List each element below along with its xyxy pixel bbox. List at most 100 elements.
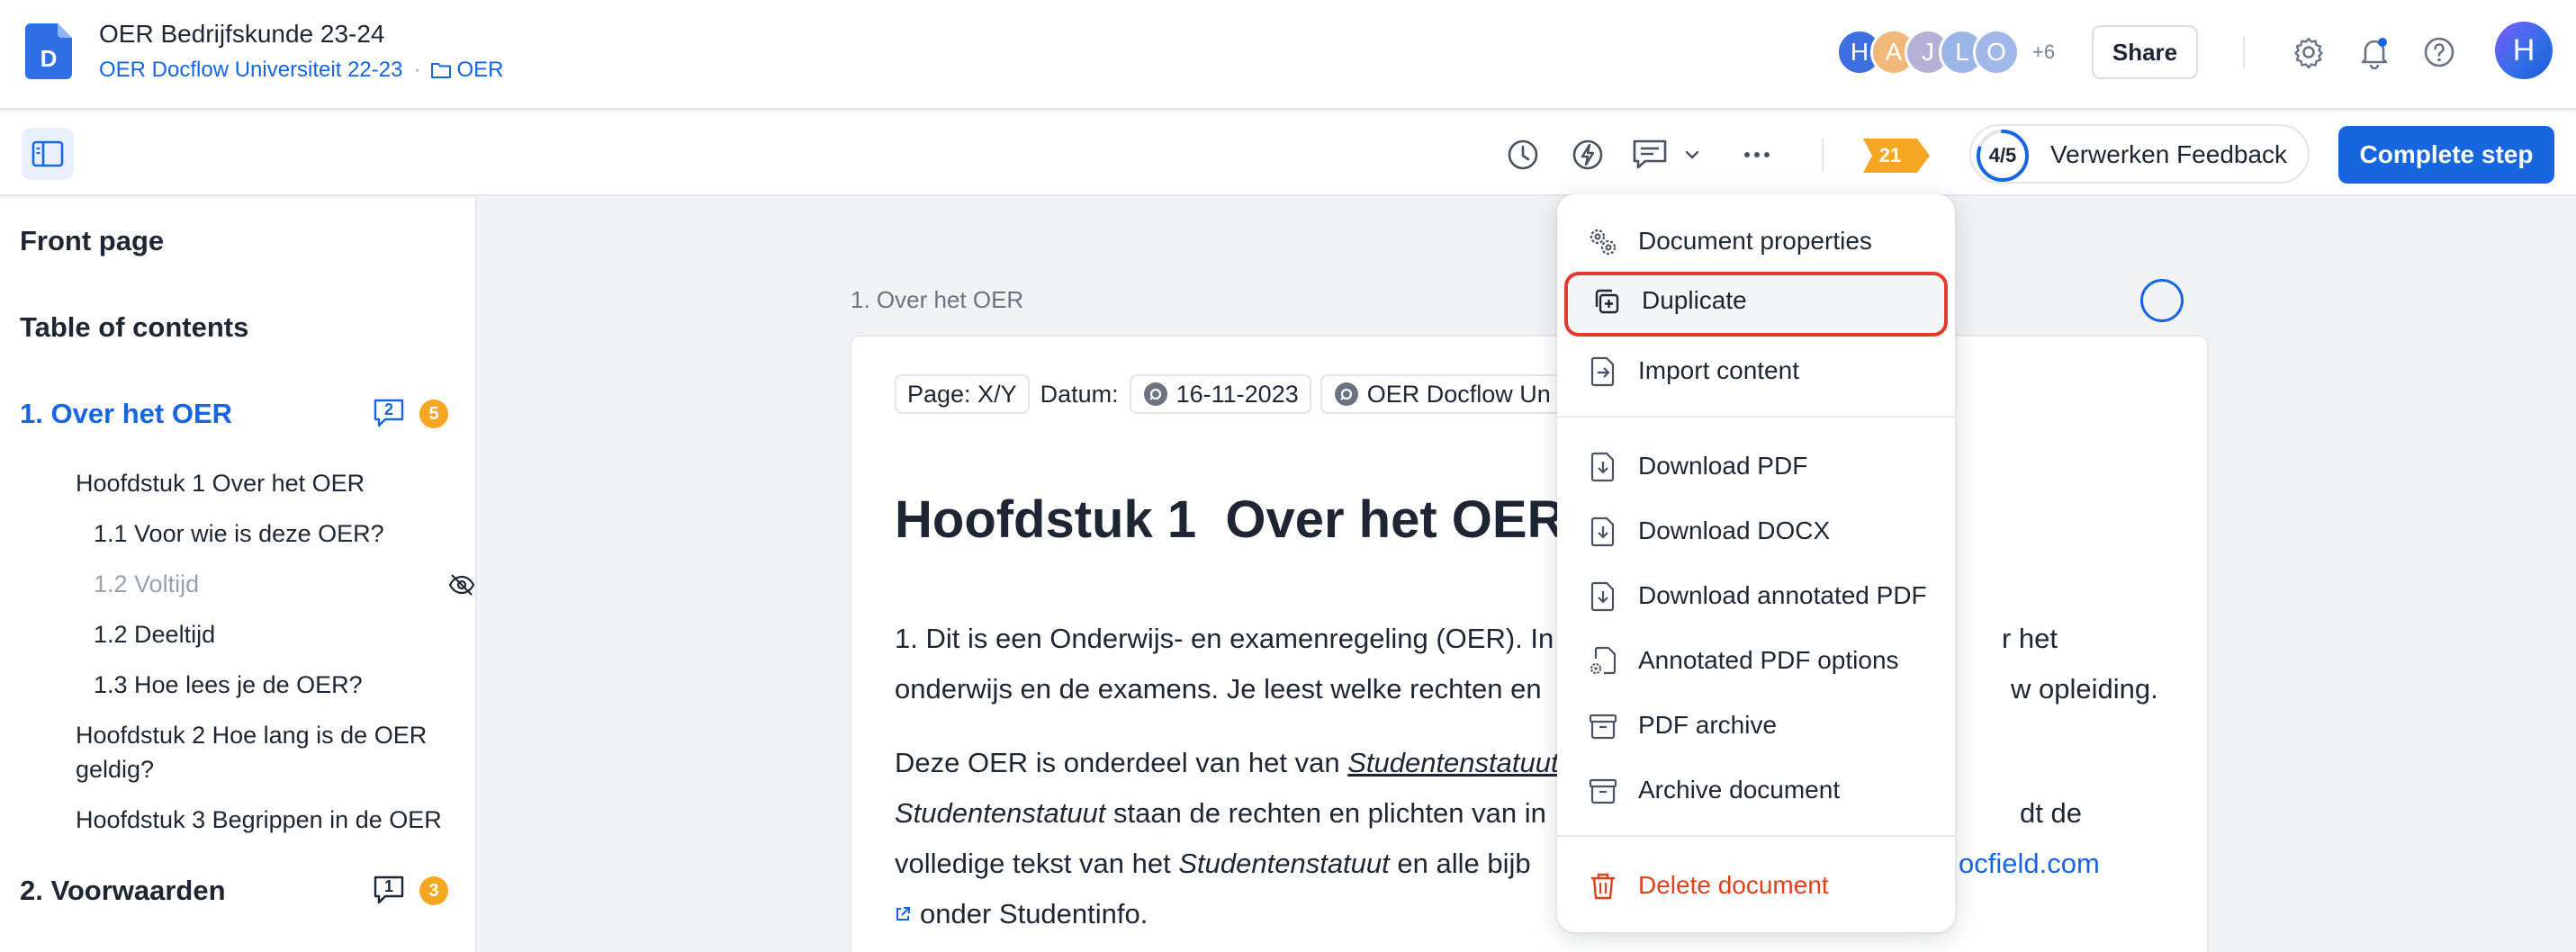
- divider: [1822, 139, 1824, 171]
- more-options-icon[interactable]: [1739, 137, 1775, 173]
- history-icon[interactable]: [1505, 137, 1541, 173]
- progress-text: 4/5: [1988, 144, 2017, 166]
- menu-item-label: PDF archive: [1638, 711, 1778, 739]
- paragraph-text: 1. Dit is een Onderwijs- en examenregeli…: [895, 623, 1554, 654]
- help-icon[interactable]: [2421, 34, 2457, 70]
- breadcrumb-folder-label: OER: [456, 58, 504, 82]
- menu-item-download-pdf[interactable]: Download PDF: [1557, 437, 1955, 495]
- external-link-icon[interactable]: [895, 906, 911, 922]
- comment-count: 2: [383, 400, 393, 418]
- comment-count: 1: [383, 877, 393, 895]
- svg-text:D: D: [41, 45, 58, 72]
- menu-item-label: Download annotated PDF: [1638, 581, 1927, 609]
- variable-icon: [1333, 381, 1360, 408]
- collaborator-avatars[interactable]: H A J L O +6: [1836, 27, 2055, 77]
- menu-item-delete-document[interactable]: Delete document: [1557, 857, 1955, 914]
- page-number-chip[interactable]: Page: X/Y: [895, 374, 1030, 414]
- menu-item-label: Duplicate: [1642, 286, 1747, 314]
- paragraph-text: en alle bijb: [1389, 848, 1531, 879]
- menu-item-label: Document properties: [1638, 227, 1872, 255]
- front-page-link[interactable]: Front page: [20, 225, 164, 257]
- toc-item[interactable]: Hoofdstuk 2 Hoe lang is de OER geldig?: [76, 718, 454, 786]
- breadcrumb-folder[interactable]: OER: [431, 58, 503, 83]
- date-chip[interactable]: 16-11-2023: [1129, 374, 1311, 414]
- date-label: Datum:: [1038, 374, 1121, 414]
- menu-item-download-docx[interactable]: Download DOCX: [1557, 502, 1955, 560]
- paragraph-text: onderwijs en de examens. Je leest welke …: [895, 673, 1542, 705]
- workflow-step-pill[interactable]: 4/5 Verwerken Feedback: [1969, 124, 2310, 184]
- organization-chip[interactable]: OER Docflow Un: [1320, 374, 1562, 414]
- menu-divider: [1557, 416, 1955, 418]
- divider: [2243, 36, 2245, 68]
- lightning-icon[interactable]: [1570, 137, 1606, 173]
- document-title[interactable]: OER Bedrijfskunde 23-24: [99, 20, 385, 49]
- menu-item-annotated-pdf-options[interactable]: Annotated PDF options: [1557, 632, 1955, 689]
- toc-item[interactable]: Hoofdstuk 3 Begrippen in de OER: [76, 803, 442, 837]
- menu-item-label: Download DOCX: [1638, 516, 1831, 544]
- trash-icon: [1588, 871, 1618, 902]
- paragraph-text: staan de rechten en plichten van in: [1105, 797, 1546, 829]
- toc-item[interactable]: 1.2 Deeltijd: [94, 617, 215, 651]
- menu-item-label: Archive document: [1638, 776, 1841, 804]
- open-items-badge: 5: [419, 400, 448, 428]
- bell-icon[interactable]: [2356, 34, 2392, 70]
- sidebar-toggle-button[interactable]: [22, 128, 74, 180]
- toc-item[interactable]: 1.3 Hoe lees je de OER?: [94, 668, 363, 702]
- chapter-heading[interactable]: Hoofdstuk 1 Over het OER: [895, 489, 1564, 550]
- italic-term: Studentenstatuut: [895, 797, 1106, 829]
- toc-section-2[interactable]: 2. Voorwaarden: [20, 875, 226, 907]
- external-link[interactable]: ocfield.com: [1959, 839, 2100, 889]
- gears-icon: [1588, 227, 1618, 257]
- document-toolbar: 21 4/5 Verwerken Feedback Complete step: [0, 112, 2576, 196]
- comment-icon[interactable]: [1631, 137, 1667, 173]
- more-collaborators-count[interactable]: +6: [2032, 40, 2055, 64]
- paragraph-text: onder Studentinfo.: [920, 898, 1148, 930]
- menu-item-archive-document[interactable]: Archive document: [1557, 761, 1955, 819]
- gear-icon[interactable]: [2291, 34, 2327, 70]
- chevron-down-icon[interactable]: [1681, 137, 1703, 173]
- comment-count-icon[interactable]: 1: [373, 875, 405, 905]
- open-items-flag[interactable]: 21: [1861, 139, 1932, 173]
- paragraph[interactable]: 1. Dit is een Onderwijs- en examenregeli…: [895, 614, 2173, 714]
- user-avatar[interactable]: H: [2495, 22, 2553, 79]
- avatar[interactable]: O: [1973, 29, 2020, 76]
- menu-item-label: Annotated PDF options: [1638, 646, 1899, 674]
- toc-heading[interactable]: Table of contents: [20, 311, 248, 344]
- duplicate-icon: [1591, 286, 1622, 317]
- menu-item-download-annotated-pdf[interactable]: Download annotated PDF: [1557, 567, 1955, 624]
- file-settings-icon: [1588, 646, 1618, 677]
- date-value: 16-11-2023: [1175, 380, 1299, 408]
- status-circle[interactable]: [2140, 279, 2184, 322]
- toc-item[interactable]: Hoofdstuk 1 Over het OER: [76, 466, 365, 500]
- breadcrumb-parent[interactable]: OER Docflow Universiteit 22-23: [99, 58, 402, 83]
- menu-item-label: Import content: [1638, 356, 1799, 384]
- breadcrumb: OER Docflow Universiteit 22-23 · OER: [99, 58, 503, 83]
- archive-icon: [1588, 711, 1618, 741]
- menu-item-label: Download PDF: [1638, 452, 1808, 480]
- complete-step-button[interactable]: Complete step: [2338, 126, 2554, 184]
- toc-section-1[interactable]: 1. Over het OER: [20, 398, 232, 430]
- archive-icon: [1588, 776, 1618, 806]
- paragraph[interactable]: Deze OER is onderdeel van het van Studen…: [895, 738, 2173, 939]
- toc-item[interactable]: 1.2 Voltijd: [94, 567, 199, 601]
- menu-item-import-content[interactable]: Import content: [1557, 342, 1955, 400]
- table-of-contents-sidebar: Front page Table of contents 1. Over het…: [0, 198, 477, 952]
- hidden-eye-icon[interactable]: [448, 572, 475, 597]
- comment-count-icon[interactable]: 2: [373, 398, 405, 428]
- sidebar-icon: [32, 140, 64, 167]
- open-items-count: 21: [1878, 144, 1902, 166]
- toc-item[interactable]: 1.1 Voor wie is deze OER?: [94, 516, 384, 551]
- menu-item-pdf-archive[interactable]: PDF archive: [1557, 696, 1955, 754]
- organization-value: OER Docflow Un: [1366, 380, 1551, 408]
- paragraph-text: Deze OER is onderdeel van het van: [895, 747, 1348, 778]
- document-page: Page: X/Y Datum: 16-11-2023 OER Docflow …: [850, 335, 2209, 952]
- open-items-badge: 3: [419, 876, 448, 905]
- menu-divider: [1557, 835, 1955, 837]
- share-button[interactable]: Share: [2092, 25, 2198, 79]
- menu-item-duplicate[interactable]: Duplicate: [1564, 272, 1948, 337]
- workflow-step-label: Verwerken Feedback: [2050, 140, 2288, 168]
- paragraph-text: volledige tekst van het: [895, 848, 1179, 879]
- breadcrumb-separator: ·: [413, 58, 421, 82]
- paragraph-text: w opleiding.: [2011, 673, 2158, 705]
- menu-item-document-properties[interactable]: Document properties: [1557, 212, 1955, 270]
